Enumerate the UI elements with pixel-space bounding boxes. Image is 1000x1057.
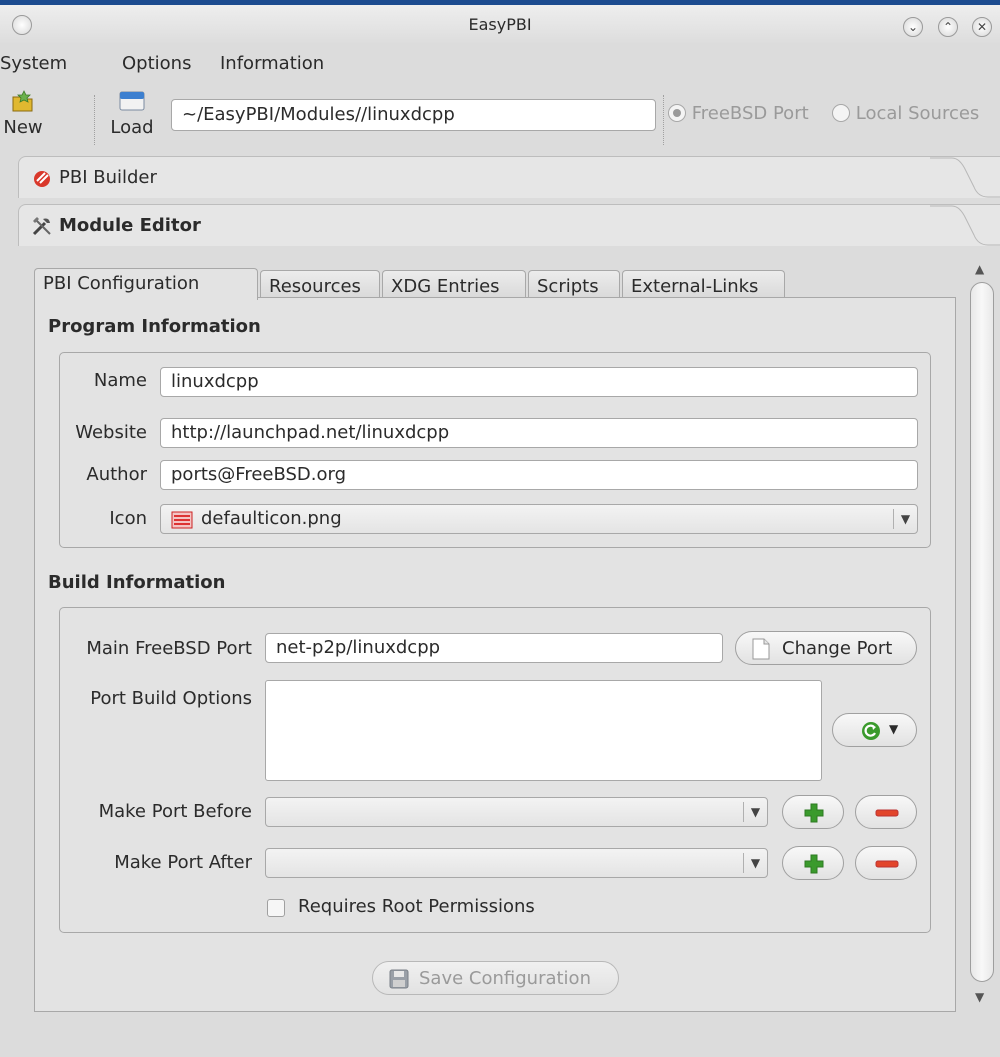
add-make-before-button[interactable] (782, 795, 844, 829)
image-file-icon (171, 511, 193, 529)
load-button[interactable]: Load (107, 89, 157, 138)
change-port-label: Change Port (782, 638, 893, 659)
local-sources-label: Local Sources (855, 103, 980, 124)
plus-icon (804, 803, 824, 823)
maximize-icon[interactable]: ⌃ (938, 17, 958, 37)
toolbar-separator (663, 95, 664, 145)
toolbar-separator (94, 95, 95, 145)
module-editor-label: Module Editor (59, 215, 201, 236)
save-configuration-label: Save Configuration (419, 968, 591, 989)
icon-select-value: defaulticon.png (201, 508, 342, 529)
refresh-green-icon (862, 722, 880, 740)
chevron-down-icon: ▼ (889, 722, 899, 736)
scroll-down-icon[interactable]: ▼ (975, 990, 984, 1004)
scrollbar-handle[interactable] (970, 282, 994, 982)
tab-curve (930, 205, 1000, 246)
toolbox-item-module-editor[interactable]: Module Editor (18, 204, 1000, 246)
main-port-label: Main FreeBSD Port (86, 638, 252, 659)
save-configuration-button[interactable]: Save Configuration (372, 961, 619, 995)
save-disk-icon (389, 969, 409, 989)
website-field[interactable]: http://launchpad.net/linuxdcpp (160, 418, 918, 448)
website-label: Website (75, 422, 147, 443)
tab-resources[interactable]: Resources (260, 270, 380, 300)
make-port-after-select[interactable]: ▼ (265, 848, 768, 878)
minus-icon (875, 809, 899, 817)
add-make-after-button[interactable] (782, 846, 844, 880)
tab-pbi-configuration[interactable]: PBI Configuration (34, 268, 258, 300)
menu-options[interactable]: Options (122, 53, 191, 74)
new-label: New (3, 117, 43, 138)
build-information-title: Build Information (48, 572, 226, 593)
document-icon (752, 638, 770, 660)
load-window-icon (119, 89, 145, 113)
radio-selected-icon (668, 104, 686, 122)
make-port-before-label: Make Port Before (98, 801, 252, 822)
port-build-options-label: Port Build Options (90, 688, 252, 709)
tab-curve (930, 157, 1000, 198)
minimize-icon[interactable]: ⌄ (903, 17, 923, 37)
plus-icon (804, 854, 824, 874)
module-path-input[interactable]: ~/EasyPBI/Modules//linuxdcpp (171, 99, 656, 131)
load-label: Load (110, 117, 154, 138)
remove-make-after-button[interactable] (855, 846, 917, 880)
chevron-down-icon: ▼ (893, 509, 917, 529)
name-field[interactable]: linuxdcpp (160, 367, 918, 397)
remove-make-before-button[interactable] (855, 795, 917, 829)
pbi-builder-icon (34, 171, 50, 187)
program-information-title: Program Information (48, 316, 261, 337)
icon-label: Icon (109, 508, 147, 529)
minus-icon (875, 860, 899, 868)
freebsd-port-radio[interactable]: FreeBSD Port (668, 103, 809, 124)
new-button[interactable]: New (0, 89, 46, 138)
title-bar: EasyPBI ⌄ ⌃ ✕ (0, 5, 1000, 45)
pbi-builder-label: PBI Builder (59, 167, 157, 188)
make-port-after-label: Make Port After (114, 852, 252, 873)
chevron-down-icon: ▼ (743, 802, 767, 822)
toolbox-item-pbi-builder[interactable]: PBI Builder (18, 156, 1000, 198)
menu-system[interactable]: System (0, 53, 67, 74)
toolbar: New Load ~/EasyPBI/Modules//linuxdcpp Fr… (0, 83, 1000, 151)
radio-unselected-icon (832, 104, 850, 122)
main-port-field[interactable]: net-p2p/linuxdcpp (265, 633, 723, 663)
requires-root-label: Requires Root Permissions (298, 896, 535, 917)
panel-scrollbar[interactable]: ▲ ▼ (967, 260, 1000, 1012)
author-field[interactable]: ports@FreeBSD.org (160, 460, 918, 490)
port-build-options-textarea[interactable] (265, 680, 822, 781)
options-menu-button[interactable]: ▼ (832, 713, 917, 747)
freebsd-port-label: FreeBSD Port (691, 103, 809, 124)
scroll-up-icon[interactable]: ▲ (975, 262, 984, 276)
tools-icon (32, 217, 51, 236)
tab-scripts[interactable]: Scripts (528, 270, 620, 300)
menu-information[interactable]: Information (220, 53, 324, 74)
new-folder-icon (10, 89, 36, 113)
author-label: Author (86, 464, 147, 485)
chevron-down-icon: ▼ (743, 853, 767, 873)
requires-root-checkbox[interactable] (267, 899, 285, 917)
tab-xdg-entries[interactable]: XDG Entries (382, 270, 526, 300)
close-icon[interactable]: ✕ (972, 17, 992, 37)
local-sources-radio[interactable]: Local Sources (832, 103, 979, 124)
menu-bar: System Options Information (0, 45, 1000, 83)
tab-external-links[interactable]: External-Links (622, 270, 785, 300)
name-label: Name (93, 370, 147, 391)
window-title: EasyPBI (468, 15, 532, 34)
change-port-button[interactable]: Change Port (735, 631, 917, 665)
make-port-before-select[interactable]: ▼ (265, 797, 768, 827)
icon-select[interactable]: defaulticon.png ▼ (160, 504, 918, 534)
